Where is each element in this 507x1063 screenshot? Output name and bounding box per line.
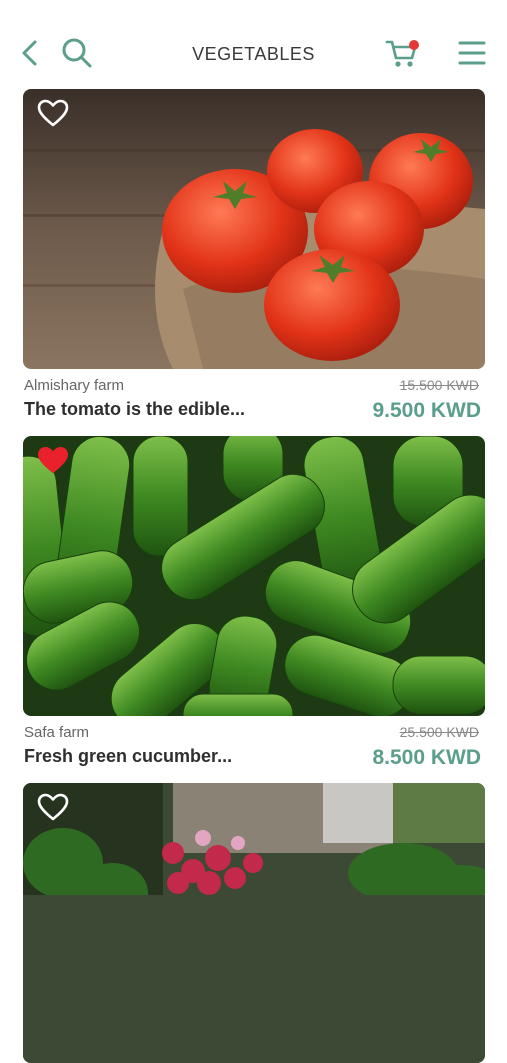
cart-badge [409,40,419,50]
tomatoes-image [23,89,485,369]
old-price: 15.500 KWD [399,377,479,393]
product-price: 9.500 KWD [372,399,481,422]
farm-name: Safa farm [24,724,90,741]
product-card[interactable]: Safa farm 25.500 KWD Fresh green cucumbe… [23,436,485,782]
product-image-tomatoes[interactable] [23,89,485,369]
favorite-heart-icon[interactable] [37,446,69,474]
cucumbers-image [23,436,485,716]
product-info: Almishary farm 15.500 KWD The tomato is … [23,369,485,435]
farm-name: Almishary farm [24,377,125,394]
product-image-cucumbers[interactable] [23,436,485,716]
menu-icon[interactable] [458,40,486,66]
product-image-radishes[interactable] [23,783,485,1063]
product-info: Safa farm 25.500 KWD Fresh green cucumbe… [23,716,485,782]
product-price: 8.500 KWD [372,746,481,769]
product-name[interactable]: Fresh green cucumber... [24,746,232,767]
product-card[interactable] [23,783,485,1063]
app-header: VEGETABLES [0,0,507,90]
favorite-heart-icon[interactable] [37,99,69,127]
product-card[interactable]: Almishary farm 15.500 KWD The tomato is … [23,89,485,435]
product-name[interactable]: The tomato is the edible... [24,399,245,420]
favorite-heart-icon[interactable] [37,793,69,821]
radishes-image [23,783,485,1063]
page-title: VEGETABLES [192,44,315,64]
old-price: 25.500 KWD [399,724,479,740]
